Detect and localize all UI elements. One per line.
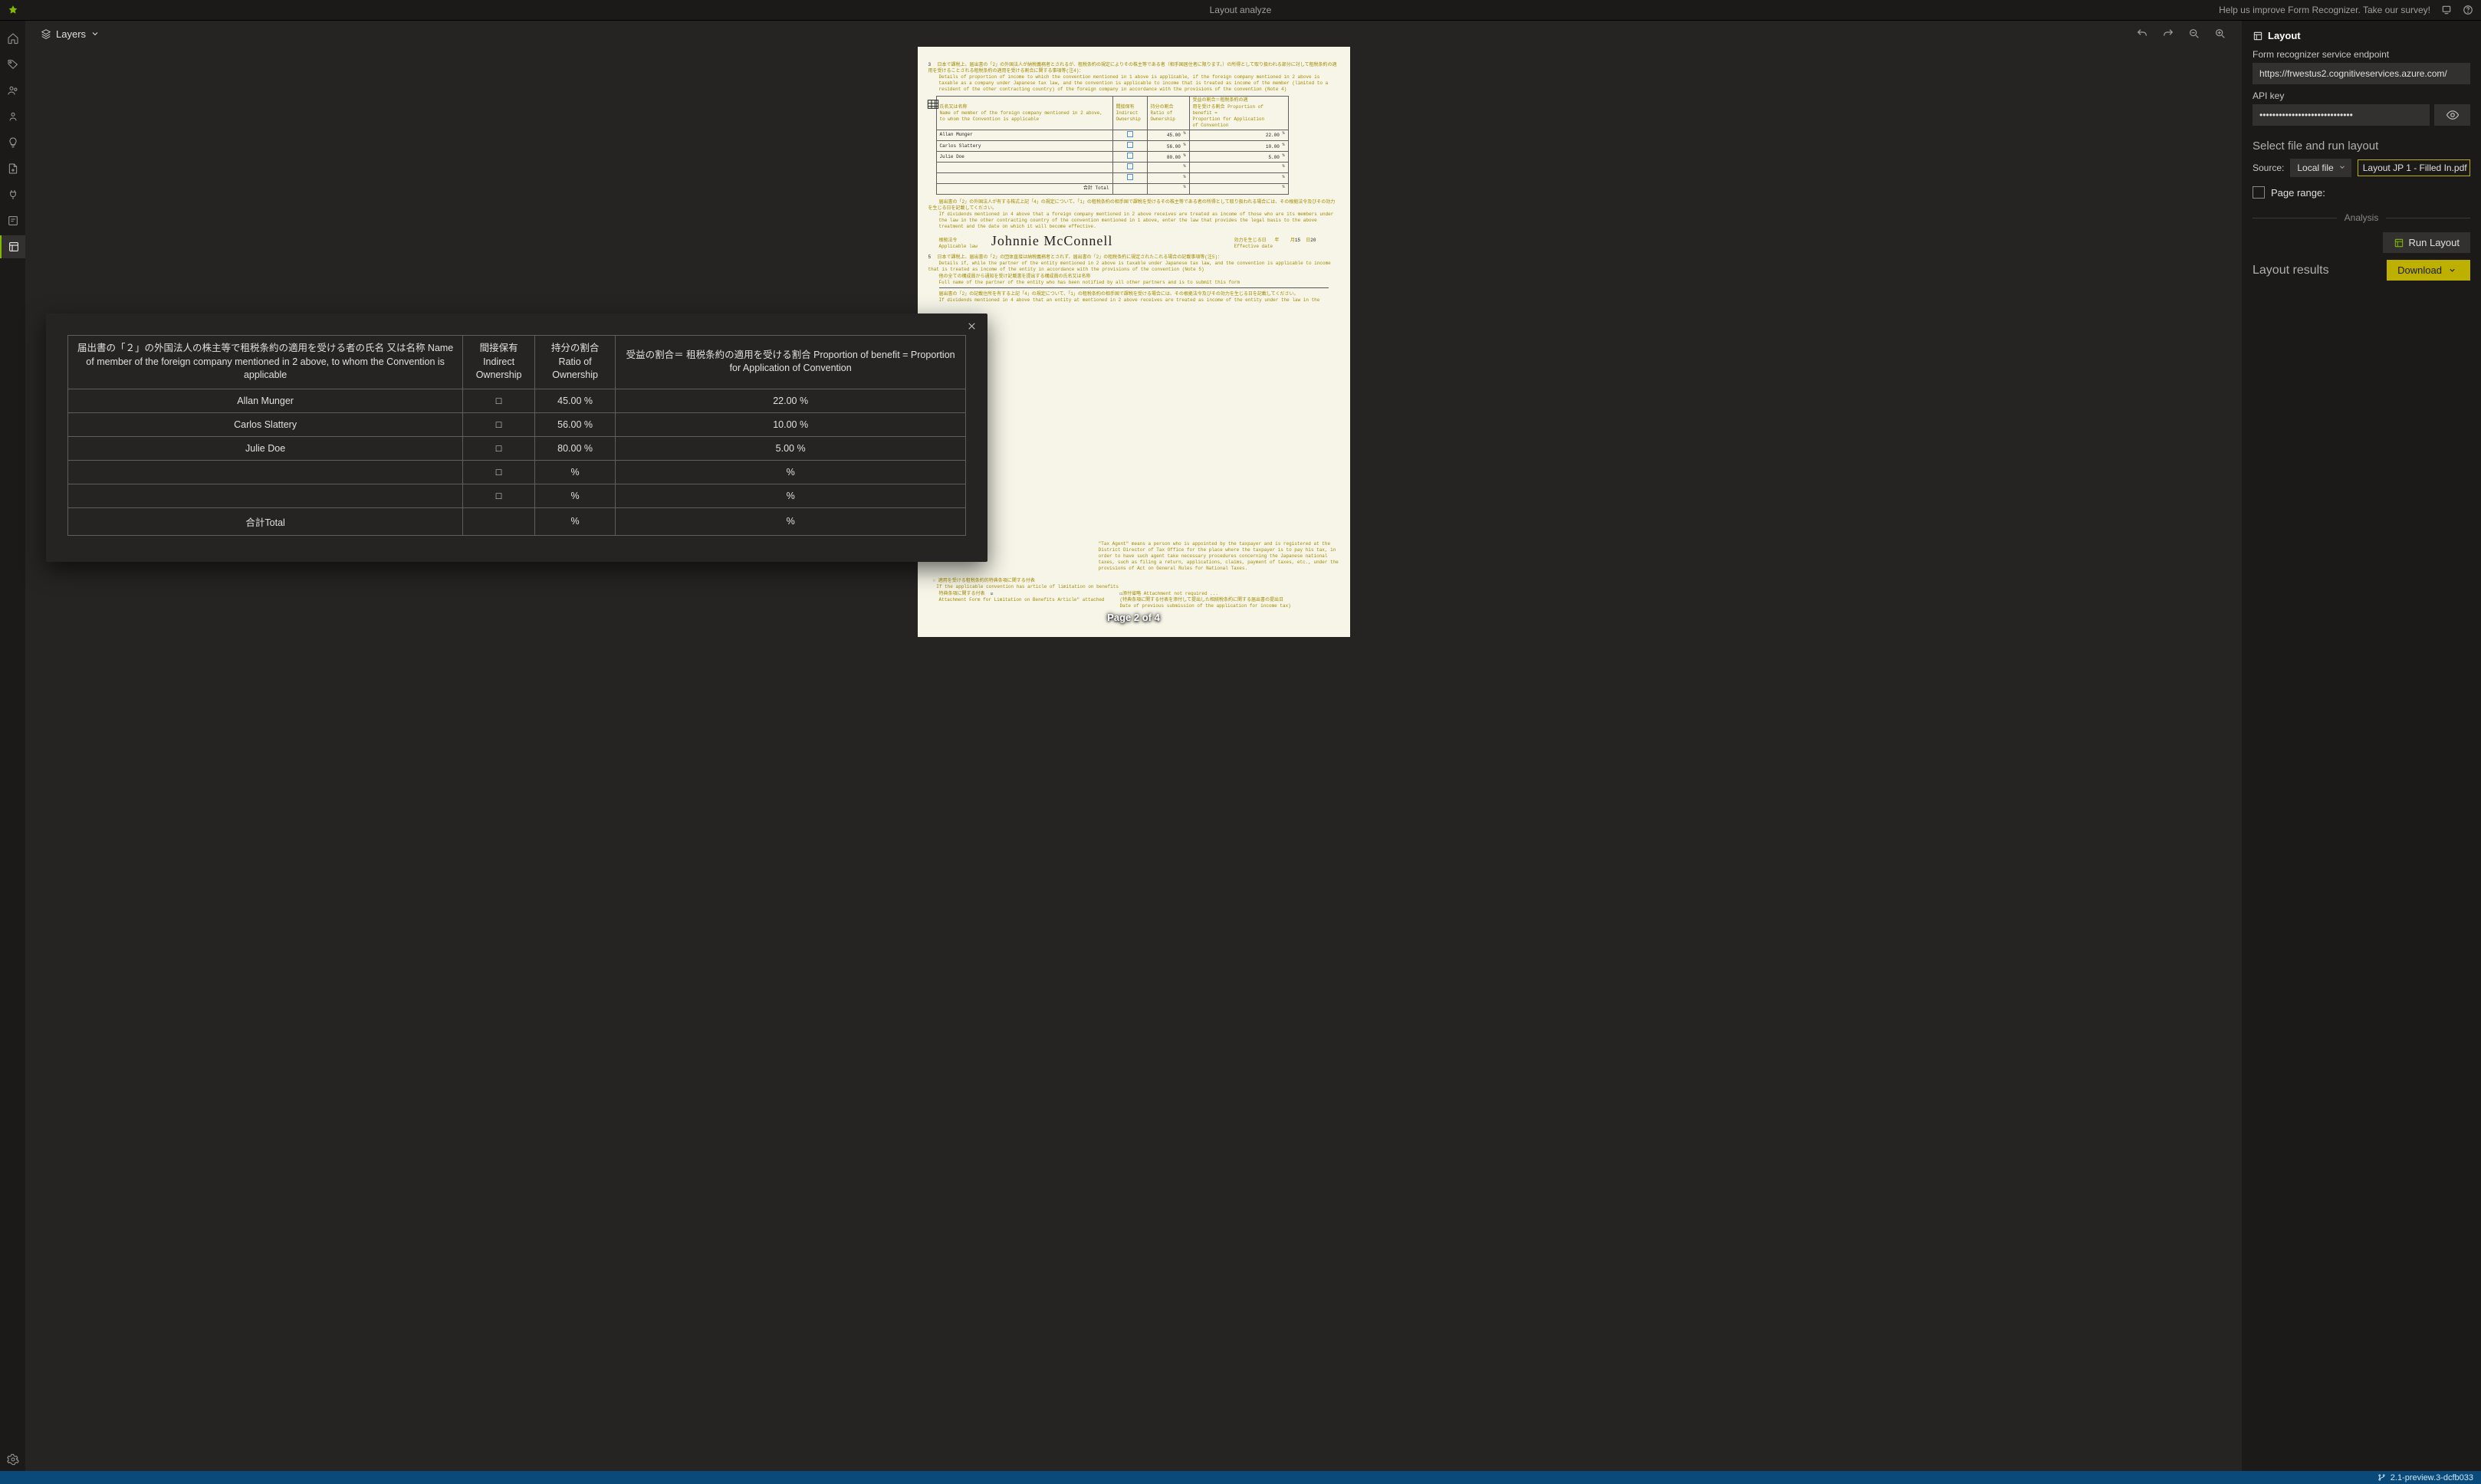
nav-person[interactable]: [0, 105, 25, 128]
col-header-name: 届出書の「２」の外国法人の株主等で租税条約の適用を受ける者の氏名 又は名称 Na…: [68, 336, 463, 389]
col-header-indirect: 間接保有 Indirect Ownership: [463, 336, 535, 389]
layers-icon: [41, 28, 51, 39]
titlebar: Layout analyze Help us improve Form Reco…: [0, 0, 2481, 21]
layers-label: Layers: [56, 28, 86, 40]
feedback-icon[interactable]: [2441, 5, 2452, 15]
table-row: 合計Total%%: [68, 507, 966, 535]
undo-icon[interactable]: [2136, 28, 2148, 40]
extracted-table: 届出書の「２」の外国法人の株主等で租税条約の適用を受ける者の氏名 又は名称 Na…: [67, 335, 966, 536]
left-nav-rail: [0, 21, 25, 1471]
col-header-ratio: 持分の割合 Ratio of Ownership: [534, 336, 615, 389]
layers-dropdown[interactable]: Layers: [41, 28, 100, 40]
branch-icon: [2377, 1473, 2386, 1482]
layout-results-heading: Layout results: [2253, 264, 2329, 277]
layout-section-icon: [2253, 31, 2263, 41]
zoom-in-icon[interactable]: [2214, 28, 2226, 40]
apikey-label: API key: [2253, 90, 2470, 101]
table-row: Julie Doe□80.00 %5.00 %: [68, 436, 966, 460]
nav-new-doc[interactable]: [0, 157, 25, 180]
select-file-heading: Select file and run layout: [2253, 140, 2470, 153]
table-row: Allan Munger□45.00 %22.00 %: [68, 389, 966, 412]
analysis-divider: Analysis: [2345, 212, 2379, 223]
table-row: Carlos Slattery□56.00 %10.00 %: [68, 412, 966, 436]
zoom-out-icon[interactable]: [2188, 28, 2200, 40]
run-layout-button[interactable]: Run Layout: [2383, 232, 2471, 253]
endpoint-input[interactable]: [2253, 63, 2470, 84]
page-indicator: Page 2 of 4: [1107, 611, 1160, 625]
app-logo-icon: [8, 5, 18, 15]
redo-icon[interactable]: [2162, 28, 2174, 40]
nav-tag[interactable]: [0, 53, 25, 76]
page-range-label: Page range:: [2271, 187, 2325, 199]
apikey-input[interactable]: [2253, 104, 2430, 126]
source-dropdown[interactable]: Local file: [2290, 159, 2351, 177]
chevron-down-icon: [2448, 266, 2456, 274]
layout-section-title: Layout: [2268, 30, 2301, 41]
page-range-checkbox[interactable]: [2253, 186, 2265, 199]
file-name-box[interactable]: Layout JP 1 - Filled In.pdf: [2358, 159, 2470, 176]
source-label: Source:: [2253, 163, 2284, 173]
show-apikey-button[interactable]: [2434, 104, 2470, 126]
signature: Johnnie McConnell: [991, 231, 1113, 250]
close-icon[interactable]: [967, 321, 977, 331]
nav-connect[interactable]: [0, 183, 25, 206]
chevron-down-icon: [90, 29, 100, 38]
nav-settings[interactable]: [0, 1448, 25, 1471]
download-button[interactable]: Download: [2387, 260, 2470, 281]
app-title: Layout analyze: [1210, 5, 1272, 15]
help-icon[interactable]: [2463, 5, 2473, 15]
nav-home[interactable]: [0, 27, 25, 50]
canvas-area: Layers 3日本で課税上、届出書の「2」の外国法人が納税義務者とされるが、租…: [25, 21, 2242, 1471]
table-row: □%%: [68, 460, 966, 484]
version-text: 2.1-preview.3-dcfb033: [2391, 1473, 2473, 1482]
canvas-toolbar: Layers: [25, 21, 2242, 47]
status-bar: 2.1-preview.3-dcfb033: [0, 1471, 2481, 1484]
nav-layout[interactable]: [0, 235, 25, 258]
nav-lightbulb[interactable]: [0, 131, 25, 154]
run-icon: [2394, 238, 2404, 248]
col-header-benefit: 受益の割合＝ 租税条約の適用を受ける割合 Proportion of benef…: [616, 336, 966, 389]
right-panel: Layout Form recognizer service endpoint …: [2242, 21, 2481, 1471]
main-area: Layers 3日本で課税上、届出書の「2」の外国法人が納税義務者とされるが、租…: [25, 21, 2481, 1471]
nav-prebuilt[interactable]: [0, 209, 25, 232]
doc-form-table: 氏名又は名称Name of member of the foreign comp…: [936, 96, 1289, 194]
document-viewport[interactable]: 3日本で課税上、届出書の「2」の外国法人が納税義務者とされるが、租税条約の規定に…: [25, 47, 2242, 1471]
endpoint-label: Form recognizer service endpoint: [2253, 49, 2470, 60]
table-preview-modal: 届出書の「２」の外国法人の株主等で租税条約の適用を受ける者の氏名 又は名称 Na…: [46, 314, 987, 562]
survey-link[interactable]: Help us improve Form Recognizer. Take ou…: [2219, 5, 2430, 15]
table-row: □%%: [68, 484, 966, 507]
chevron-down-icon: [2338, 163, 2346, 171]
nav-group[interactable]: [0, 79, 25, 102]
